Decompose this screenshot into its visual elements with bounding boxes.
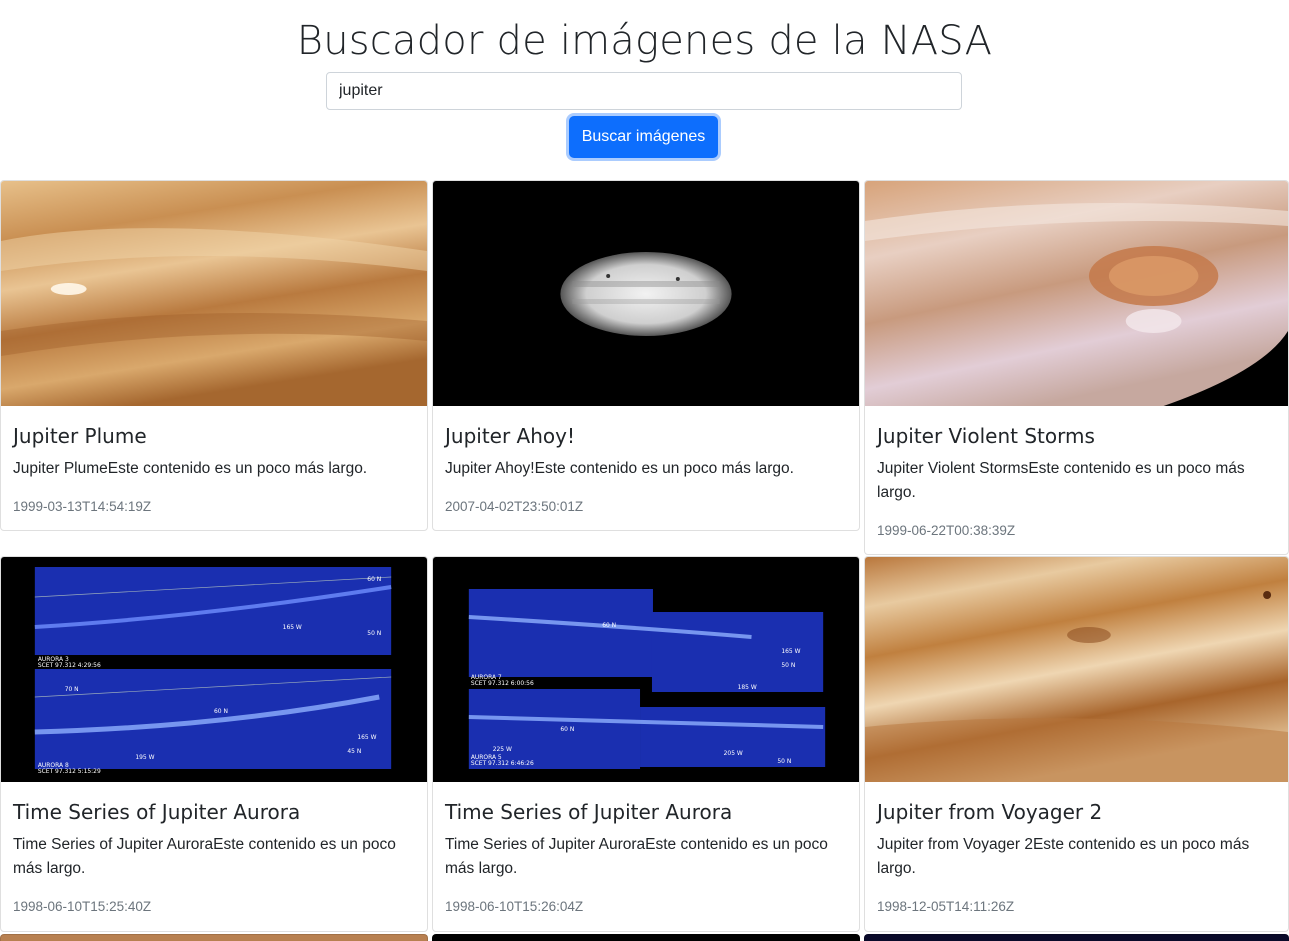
image-card: Jupiter Ahoy! Jupiter Ahoy!Este contenid…: [432, 180, 860, 531]
image-label: 195 W: [135, 754, 154, 761]
card-text: Jupiter PlumeEste contenido es un poco m…: [13, 460, 368, 477]
jupiter-voyager-image: [865, 557, 1288, 782]
image-label: SCET 97.312 6:00:56: [471, 680, 534, 687]
card-text: Jupiter from Voyager 2Este contenido es …: [877, 836, 1250, 877]
page-title: Buscador de imágenes de la NASA: [296, 18, 993, 64]
card-image: [433, 181, 859, 406]
card-image: [865, 557, 1288, 782]
jupiter-plume-image: [1, 181, 427, 406]
card-text: Jupiter Ahoy!Este contenido es un poco m…: [445, 460, 794, 477]
image-label: 45 N: [347, 748, 361, 755]
image-label: SCET 97.312 6:46:26: [471, 760, 534, 767]
image-label: 205 W: [724, 750, 743, 757]
image-label: SCET 97.312 5:15:29: [38, 768, 101, 775]
image-card: Jupiter Violent Storms Jupiter Violent S…: [864, 180, 1289, 555]
image-label: 165 W: [283, 624, 302, 631]
image-label: 60 N: [560, 726, 574, 733]
aurora-image: 60 N 165 W 50 N AURORA 3 SCET 97.312 4:2…: [1, 557, 427, 782]
card-text: Jupiter Violent StormsEste contenido es …: [877, 460, 1245, 501]
card-title: Time Series of Jupiter Aurora: [445, 800, 733, 824]
card-date: 1998-06-10T15:25:40Z: [13, 899, 152, 914]
card-date: 1998-06-10T15:26:04Z: [445, 899, 584, 914]
card-date: 1998-12-05T14:11:26Z: [877, 899, 1015, 914]
card-text: Time Series of Jupiter AuroraEste conten…: [445, 836, 828, 877]
image-card: 60 N 165 W 50 N AURORA 3 SCET 97.312 4:2…: [0, 556, 428, 932]
image-card: [864, 934, 1289, 941]
aurora-image: 60 N 165 W 50 N AURORA 7 SCET 97.312 6:0…: [433, 557, 859, 782]
image-label: 60 N: [602, 622, 616, 629]
image-card: [432, 934, 860, 941]
card-image: 60 N 165 W 50 N AURORA 3 SCET 97.312 4:2…: [1, 557, 427, 782]
card-text: Time Series of Jupiter AuroraEste conten…: [13, 836, 396, 877]
image-label: SCET 97.312 4:29:56: [38, 662, 101, 669]
card-title: Jupiter Ahoy!: [445, 424, 575, 448]
search-input[interactable]: [326, 72, 962, 110]
card-date: 1999-06-22T00:38:39Z: [877, 523, 1016, 538]
image-label: 50 N: [781, 662, 795, 669]
card-date: 1999-03-13T14:54:19Z: [13, 499, 152, 514]
search-button[interactable]: Buscar imágenes: [569, 116, 718, 158]
image-label: 70 N: [65, 686, 79, 693]
card-title: Jupiter Plume: [13, 424, 147, 448]
card-image: [1, 181, 427, 406]
image-card: Jupiter Plume Jupiter PlumeEste contenid…: [0, 180, 428, 531]
image-label: 50 N: [777, 758, 791, 765]
image-label: 165 W: [781, 648, 800, 655]
card-image: 60 N 165 W 50 N AURORA 7 SCET 97.312 6:0…: [433, 557, 859, 782]
image-card: [0, 934, 428, 941]
jupiter-ahoy-image: [433, 181, 859, 406]
image-label: 165 W: [357, 734, 376, 741]
card-title: Jupiter Violent Storms: [877, 424, 1095, 448]
image-label: 60 N: [367, 576, 381, 583]
jupiter-storms-image: [865, 181, 1288, 406]
image-label: 60 N: [214, 708, 228, 715]
image-label: 185 W: [738, 684, 757, 691]
image-label: 50 N: [367, 630, 381, 637]
image-label: 225 W: [493, 746, 512, 753]
image-card: 60 N 165 W 50 N AURORA 7 SCET 97.312 6:0…: [432, 556, 860, 932]
card-date: 2007-04-02T23:50:01Z: [445, 499, 584, 514]
card-title: Jupiter from Voyager 2: [877, 800, 1103, 824]
card-image: [865, 181, 1288, 406]
image-card: Jupiter from Voyager 2 Jupiter from Voya…: [864, 556, 1289, 932]
card-title: Time Series of Jupiter Aurora: [13, 800, 301, 824]
